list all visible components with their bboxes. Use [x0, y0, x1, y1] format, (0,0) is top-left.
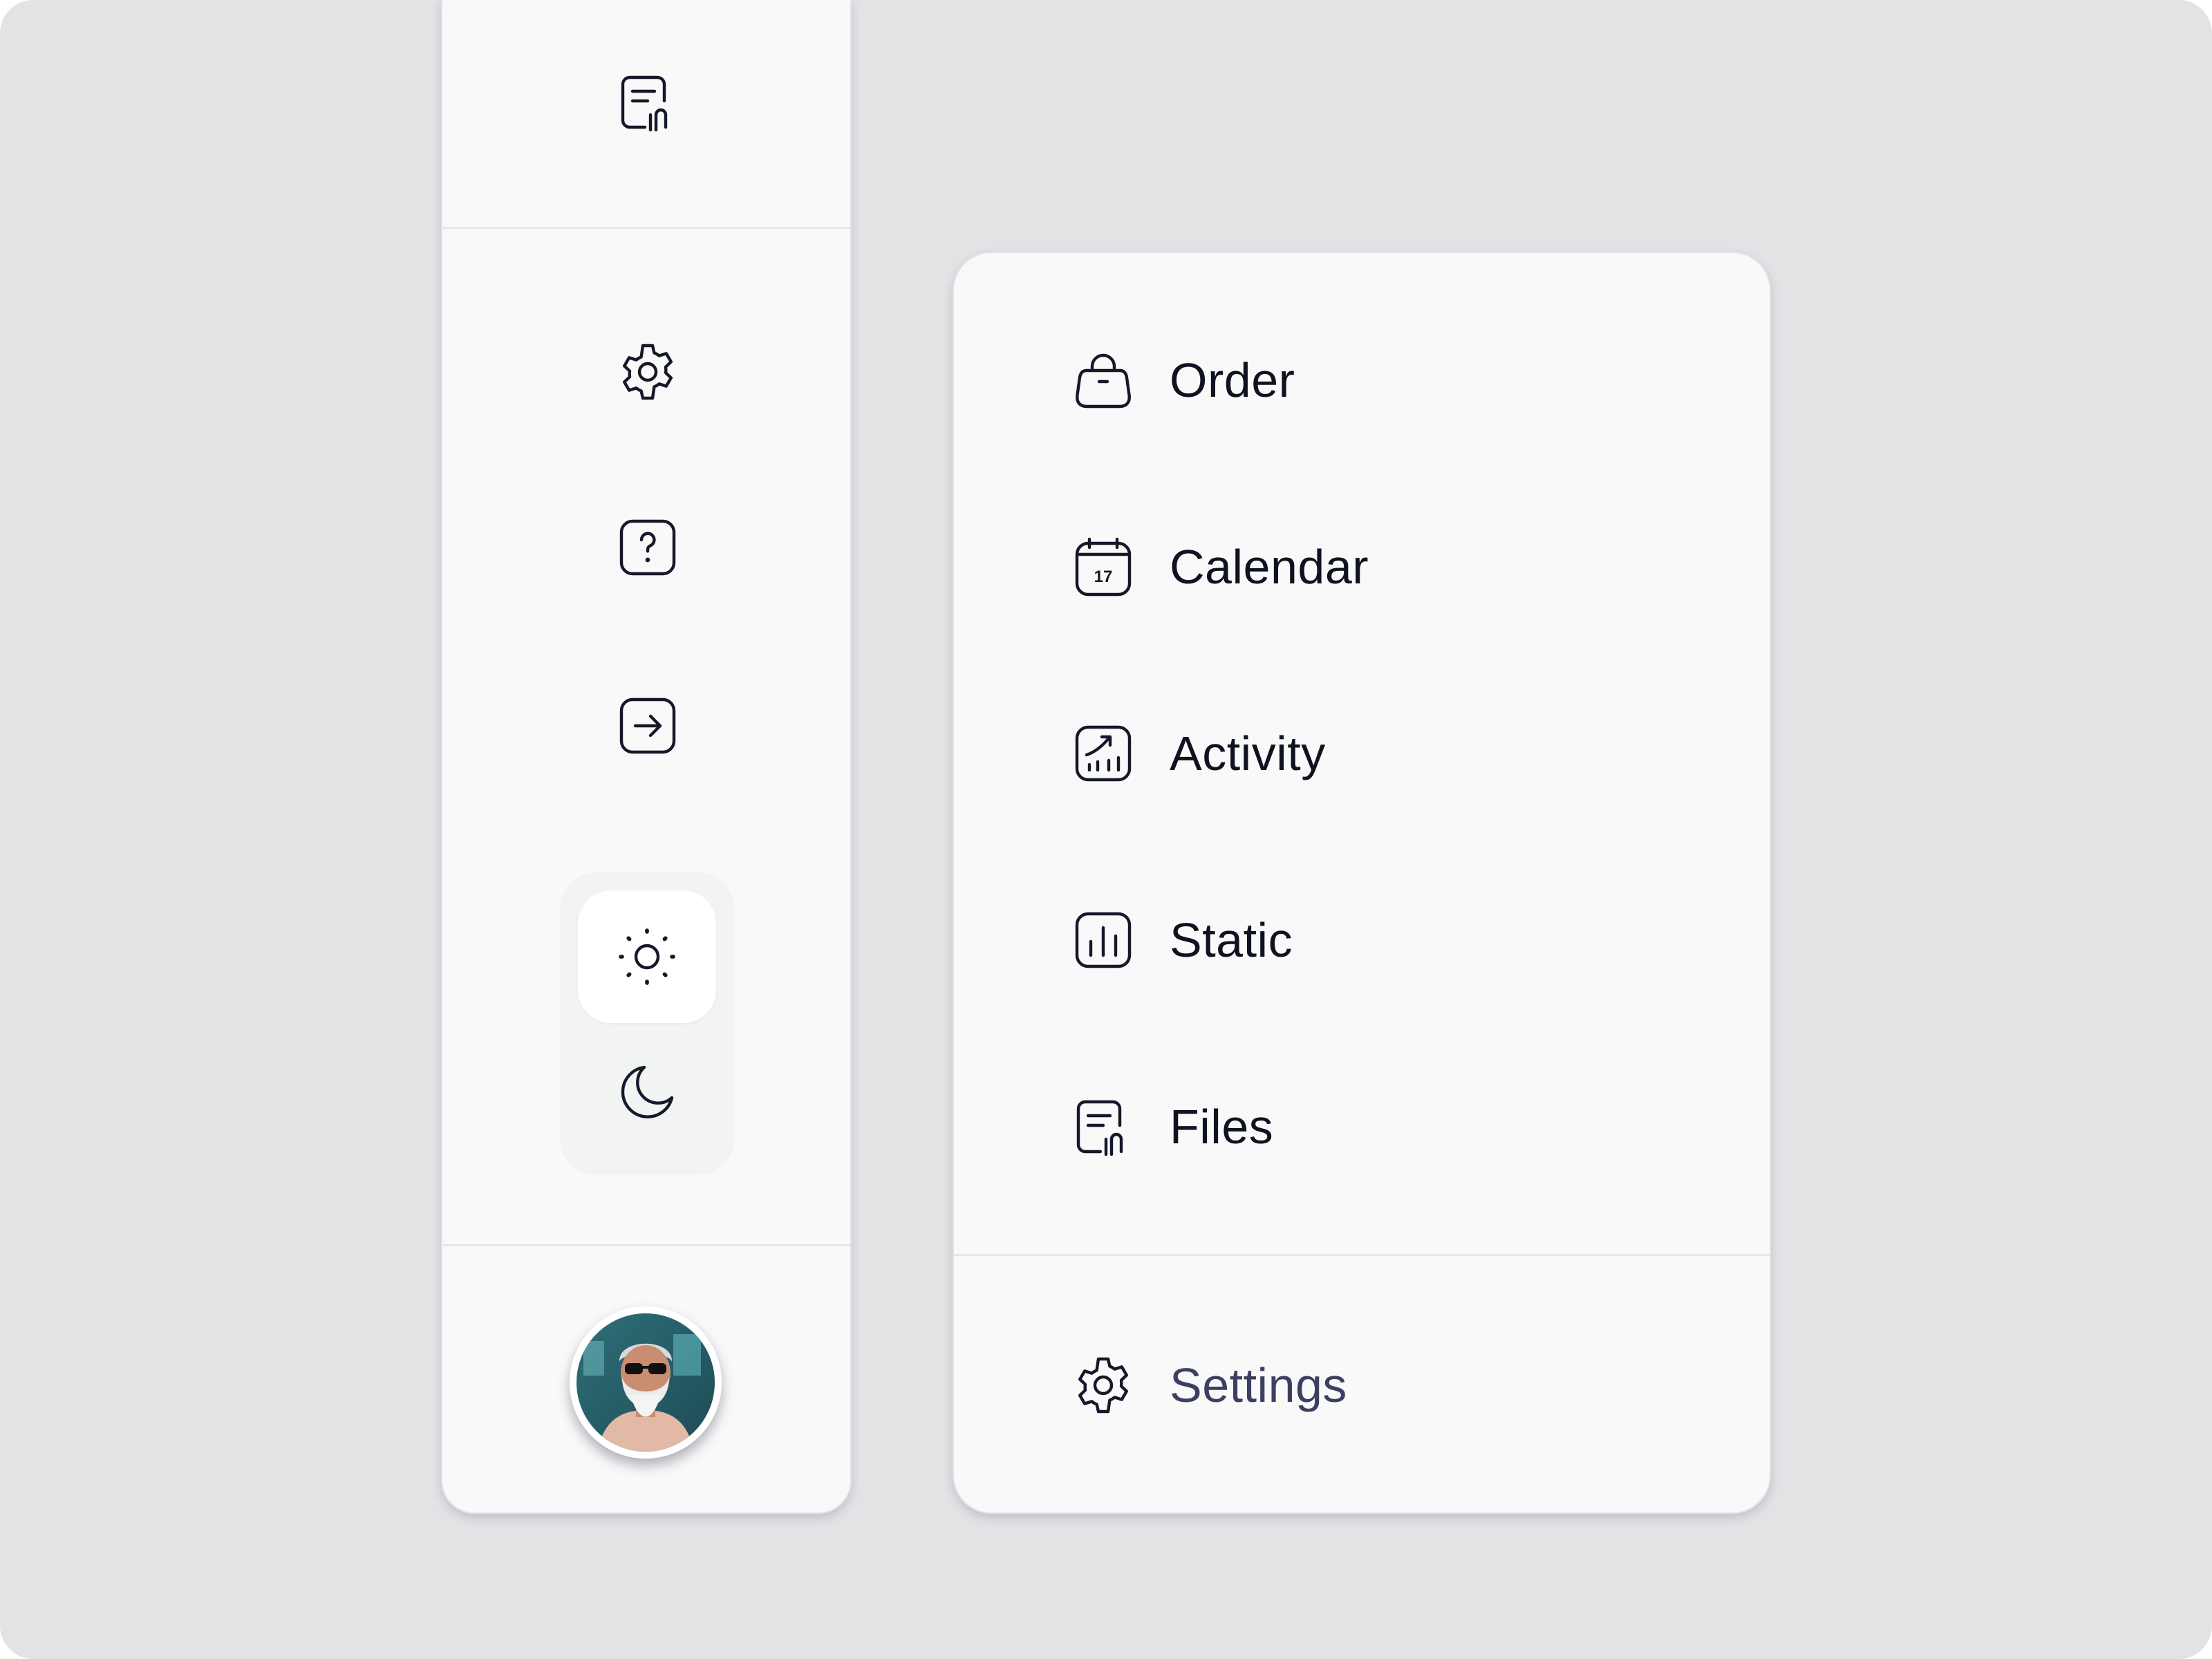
calendar-icon: 17 [1075, 537, 1132, 597]
canvas: Order 17 Calendar Activity Static Files … [0, 0, 2212, 1659]
menu-item-label: Static [1170, 913, 1293, 967]
theme-toggle [560, 872, 734, 1175]
menu-item-label: Activity [1170, 727, 1326, 780]
rail-divider-top [442, 227, 850, 229]
menu-item-activity[interactable]: Activity [1070, 712, 1651, 795]
menu-item-settings[interactable]: Settings [1070, 1344, 1651, 1427]
dark-mode-button[interactable] [578, 1026, 716, 1159]
rail-divider-bottom [442, 1244, 850, 1246]
light-mode-button[interactable] [578, 890, 716, 1023]
menu-item-label: Files [1170, 1100, 1274, 1154]
avatar[interactable] [570, 1306, 722, 1459]
bar-chart-icon [1075, 912, 1132, 968]
navigation-menu: Order 17 Calendar Activity Static Files … [953, 252, 1771, 1514]
file-attachment-icon [1076, 1100, 1123, 1156]
svg-text:17: 17 [1094, 568, 1113, 586]
user-avatar-image [577, 1313, 715, 1452]
settings-label: Settings [1170, 1358, 1347, 1412]
file-attachment-icon[interactable] [615, 69, 681, 135]
icon-sidebar [441, 0, 852, 1514]
moon-icon [621, 1065, 674, 1118]
panel-divider [954, 1254, 1770, 1256]
menu-item-label: Calendar [1170, 540, 1369, 594]
menu-item-label: Order [1170, 353, 1295, 407]
menu-item-static[interactable]: Static [1070, 899, 1651, 982]
activity-chart-icon [1075, 725, 1132, 782]
shopping-bag-icon [1076, 353, 1131, 409]
sun-icon [619, 928, 675, 985]
logout-icon[interactable] [615, 693, 681, 759]
menu-item-calendar[interactable]: 17 Calendar [1070, 525, 1651, 608]
menu-item-order[interactable]: Order [1070, 339, 1651, 422]
gear-icon[interactable] [615, 339, 681, 405]
menu-item-files[interactable]: Files [1070, 1085, 1651, 1168]
gear-icon [1078, 1357, 1128, 1414]
help-icon[interactable] [615, 514, 681, 581]
